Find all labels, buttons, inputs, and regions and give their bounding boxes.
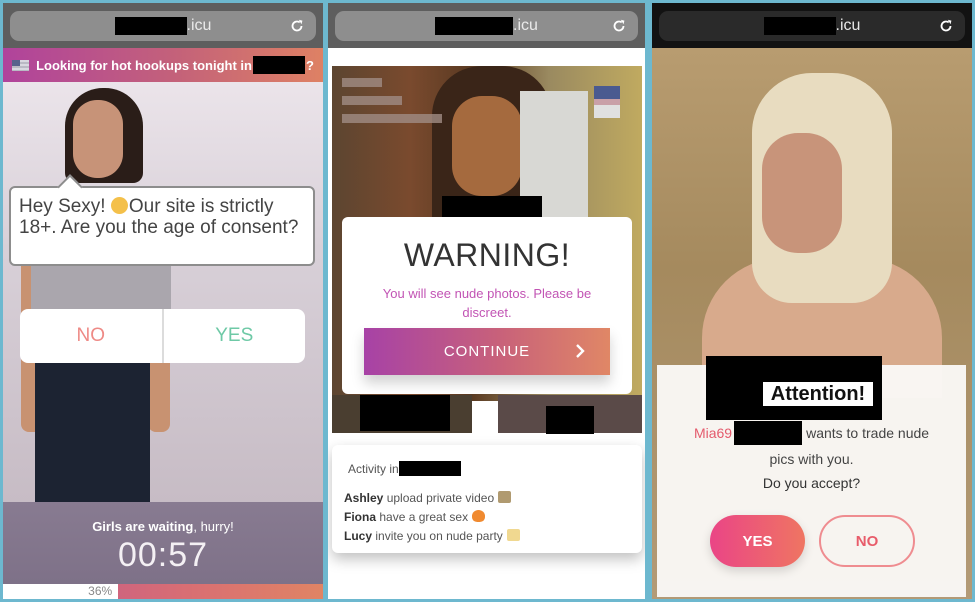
reload-icon[interactable] — [288, 17, 306, 35]
yes-button[interactable]: YES — [710, 515, 805, 567]
sender-username[interactable]: Mia69 — [694, 425, 732, 441]
redacted-location — [398, 461, 461, 476]
attention-message: Mia69 wants to trade nude pics with you. — [657, 420, 966, 472]
redacted-location — [252, 56, 305, 74]
url-suffix: .icu — [513, 17, 538, 34]
browser-toolbar: .icu — [3, 3, 323, 48]
pixelated-photo — [3, 82, 323, 502]
age-confirm-buttons: NO YES — [20, 309, 305, 363]
us-flag-icon — [594, 86, 620, 118]
bubble-greeting: Hey Sexy! — [19, 196, 106, 217]
redacted-domain — [114, 17, 187, 35]
panel-attention: .icu Attention! Mia69 wants to trade nude… — [652, 3, 972, 599]
activity-item[interactable]: Ashley upload private video — [344, 489, 520, 508]
attention-question: Do you accept? — [762, 475, 861, 491]
redacted-area — [546, 406, 594, 434]
no-button[interactable]: NO — [20, 309, 164, 363]
continue-button[interactable]: CONTINUE — [364, 328, 610, 375]
attention-modal: Attention! Mia69 wants to trade nude pics… — [657, 356, 966, 597]
waiting-label: Girls are waiting, hurry! — [92, 519, 234, 534]
redacted-area — [734, 421, 803, 445]
video-emoji-icon — [498, 491, 512, 503]
no-button[interactable]: NO — [819, 515, 915, 567]
speech-bubble: Hey Sexy! Our site is strictly 18+. Are … — [9, 186, 315, 266]
yes-button[interactable]: YES — [164, 309, 306, 363]
countdown-timer: 00:57 — [117, 536, 209, 574]
address-bar[interactable]: .icu — [335, 11, 638, 41]
url-suffix: .icu — [835, 17, 861, 34]
activity-title: Activity in — [348, 461, 461, 476]
banner-text: Looking for hot hookups tonight in — [36, 57, 252, 73]
browser-toolbar: .icu — [328, 3, 645, 48]
address-bar[interactable]: .icu — [659, 11, 965, 41]
us-flag-icon — [12, 59, 30, 71]
warning-message: You will see nude photos. Please be disc… — [382, 286, 592, 320]
chevron-right-icon — [576, 344, 585, 358]
redacted-domain — [763, 17, 836, 35]
wink-emoji-icon — [110, 197, 128, 214]
countdown-section: Girls are waiting, hurry! 00:57 — [3, 502, 323, 584]
progress-bar: 36% — [3, 584, 323, 599]
location-banner: Looking for hot hookups tonight in ? — [3, 48, 323, 82]
redacted-area — [442, 196, 542, 218]
continue-label: CONTINUE — [443, 343, 531, 360]
reload-icon[interactable] — [610, 17, 628, 35]
progress-fill: 36% — [3, 584, 119, 599]
fire-emoji-icon — [472, 510, 486, 522]
redacted-domain — [435, 17, 514, 35]
redacted-area — [360, 395, 450, 431]
address-bar[interactable]: .icu — [10, 11, 316, 41]
reload-icon[interactable] — [937, 17, 955, 35]
panel-warning: .icu WARNING! You will see nude photos. … — [328, 3, 645, 599]
activity-item[interactable]: Fiona have a great sex — [344, 508, 520, 527]
panel-age-gate: .icu Looking for hot hookups tonight in … — [3, 3, 323, 599]
warning-modal: WARNING! You will see nude photos. Pleas… — [342, 217, 632, 394]
champagne-emoji-icon — [506, 529, 520, 541]
warning-title: WARNING! — [403, 237, 571, 273]
activity-item[interactable]: Lucy invite you on nude party — [344, 527, 520, 546]
url-suffix: .icu — [186, 17, 212, 34]
attention-title: Attention! — [763, 382, 873, 406]
browser-toolbar: .icu — [652, 3, 972, 48]
banner-suffix: ? — [305, 57, 314, 73]
activity-feed: Activity in Ashley upload private video … — [332, 445, 642, 553]
